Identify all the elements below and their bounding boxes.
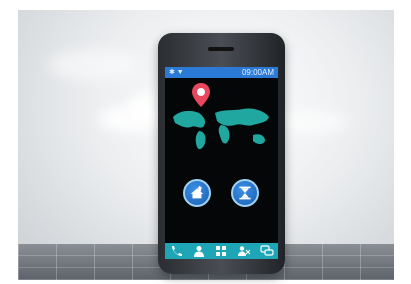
wifi-signal-icon: ✱ ▼ — [169, 69, 184, 76]
speaker-grille — [208, 47, 234, 51]
status-time: 09:00AM — [241, 68, 274, 77]
hourglass-icon — [239, 186, 251, 200]
status-bar: ✱ ▼ 09:00AM — [165, 67, 278, 78]
home-upload-button[interactable] — [183, 179, 211, 207]
home-upload-icon — [190, 185, 204, 199]
location-pin-icon — [192, 83, 210, 107]
smartphone: ✱ ▼ 09:00AM — [158, 33, 285, 274]
phone-screen: ✱ ▼ 09:00AM — [165, 67, 278, 259]
grid-icon[interactable] — [214, 245, 228, 257]
users-icon[interactable] — [237, 245, 251, 257]
world-map-icon — [173, 108, 269, 150]
person-icon[interactable] — [192, 245, 206, 257]
chat-icon[interactable] — [260, 245, 274, 257]
timer-button[interactable] — [231, 179, 259, 207]
phone-icon[interactable] — [169, 245, 183, 257]
cloud — [48, 50, 138, 80]
app-dock — [165, 243, 278, 259]
